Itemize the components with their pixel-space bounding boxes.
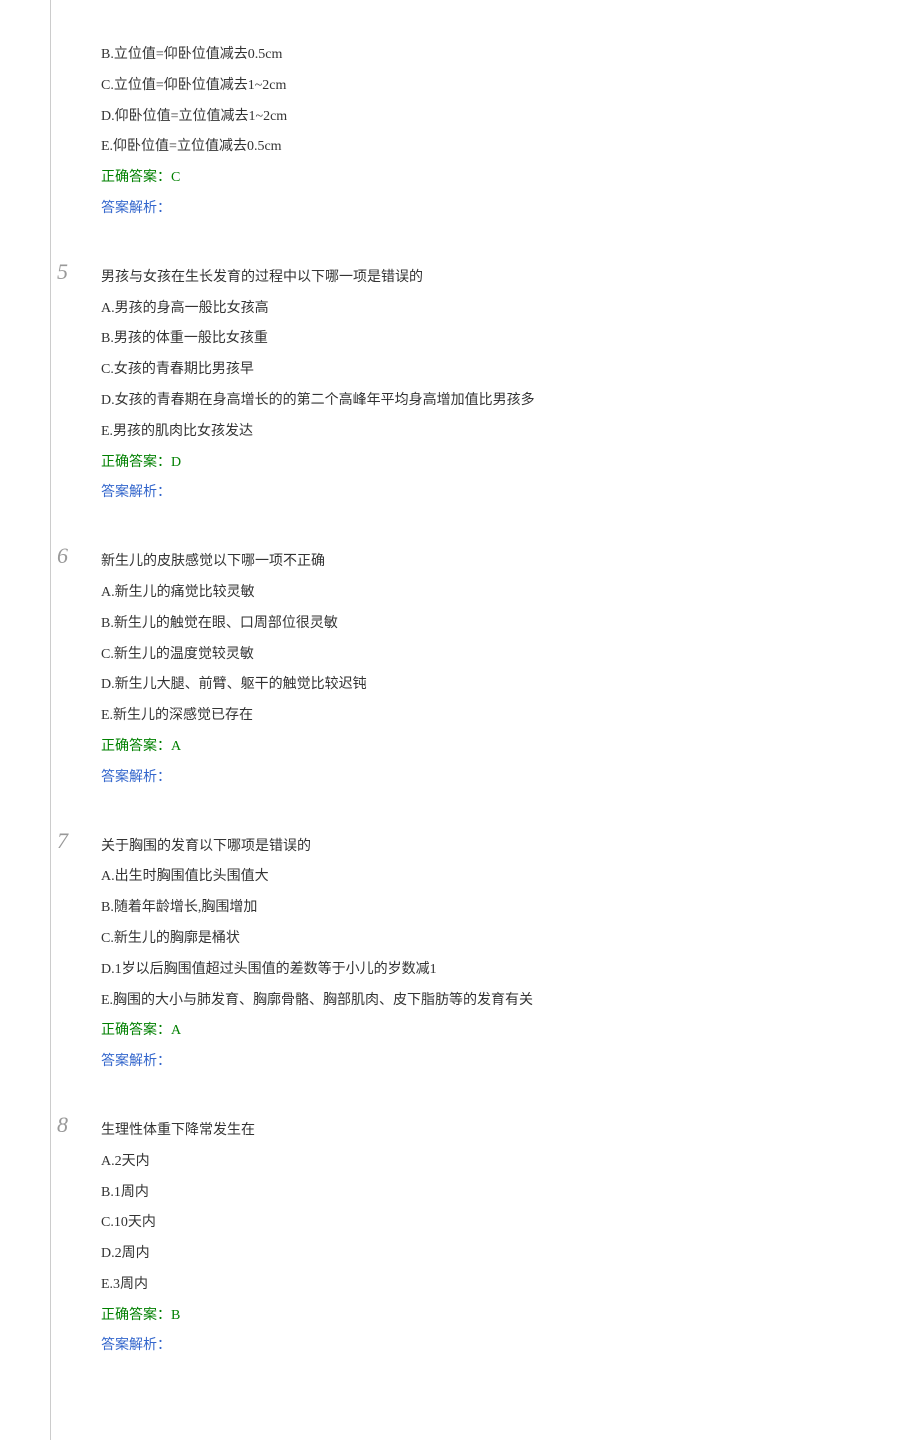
option-item: B.立位值=仰卧位值减去0.5cm	[101, 40, 860, 71]
option-item: C.立位值=仰卧位值减去1~2cm	[101, 71, 860, 102]
correct-answer-label: 正确答案：	[101, 455, 171, 470]
option-item: C.新生儿的温度觉较灵敏	[101, 640, 860, 671]
option-list: B.立位值=仰卧位值减去0.5cm C.立位值=仰卧位值减去1~2cm D.仰卧…	[101, 40, 860, 163]
correct-answer: 正确答案：D	[101, 448, 860, 479]
question-number: 8	[57, 1112, 68, 1138]
option-item: D.1岁以后胸围值超过头围值的差数等于小儿的岁数减1	[101, 955, 860, 986]
option-list: A.新生儿的痛觉比较灵敏 B.新生儿的触觉在眼、口周部位很灵敏 C.新生儿的温度…	[101, 578, 860, 732]
option-item: A.出生时胸围值比头围值大	[101, 862, 860, 893]
option-item: B.随着年龄增长,胸围增加	[101, 893, 860, 924]
option-item: B.男孩的体重一般比女孩重	[101, 324, 860, 355]
question-8: 8 生理性体重下降常发生在 A.2天内 B.1周内 C.10天内 D.2周内 E…	[101, 1116, 860, 1362]
question-number: 5	[57, 259, 68, 285]
option-item: E.胸围的大小与肺发育、胸廓骨骼、胸部肌肉、皮下脂肪等的发育有关	[101, 986, 860, 1017]
correct-answer-value: C	[171, 170, 180, 185]
option-item: E.新生儿的深感觉已存在	[101, 701, 860, 732]
question-number: 7	[57, 828, 68, 854]
option-item: A.新生儿的痛觉比较灵敏	[101, 578, 860, 609]
correct-answer-label: 正确答案：	[101, 170, 171, 185]
question-7: 7 关于胸围的发育以下哪项是错误的 A.出生时胸围值比头围值大 B.随着年龄增长…	[101, 832, 860, 1078]
option-item: A.2天内	[101, 1147, 860, 1178]
option-list: A.2天内 B.1周内 C.10天内 D.2周内 E.3周内	[101, 1147, 860, 1301]
correct-answer-value: B	[171, 1308, 180, 1323]
answer-analysis-label: 答案解析：	[101, 194, 860, 225]
correct-answer-value: D	[171, 455, 181, 470]
question-5: 5 男孩与女孩在生长发育的过程中以下哪一项是错误的 A.男孩的身高一般比女孩高 …	[101, 263, 860, 509]
answer-analysis-label: 答案解析：	[101, 1331, 860, 1362]
correct-answer: 正确答案：A	[101, 1016, 860, 1047]
option-item: D.2周内	[101, 1239, 860, 1270]
question-6: 6 新生儿的皮肤感觉以下哪一项不正确 A.新生儿的痛觉比较灵敏 B.新生儿的触觉…	[101, 547, 860, 793]
correct-answer: 正确答案：C	[101, 163, 860, 194]
correct-answer-label: 正确答案：	[101, 739, 171, 754]
option-list: A.男孩的身高一般比女孩高 B.男孩的体重一般比女孩重 C.女孩的青春期比男孩早…	[101, 294, 860, 448]
option-item: B.新生儿的触觉在眼、口周部位很灵敏	[101, 609, 860, 640]
answer-analysis-label: 答案解析：	[101, 478, 860, 509]
question-stem: 关于胸围的发育以下哪项是错误的	[101, 832, 860, 863]
correct-answer: 正确答案：B	[101, 1301, 860, 1332]
question-stem: 新生儿的皮肤感觉以下哪一项不正确	[101, 547, 860, 578]
correct-answer-label: 正确答案：	[101, 1308, 171, 1323]
option-item: A.男孩的身高一般比女孩高	[101, 294, 860, 325]
correct-answer-value: A	[171, 739, 181, 754]
option-list: A.出生时胸围值比头围值大 B.随着年龄增长,胸围增加 C.新生儿的胸廓是桶状 …	[101, 862, 860, 1016]
answer-analysis-label: 答案解析：	[101, 763, 860, 794]
correct-answer-value: A	[171, 1023, 181, 1038]
page-content: B.立位值=仰卧位值减去0.5cm C.立位值=仰卧位值减去1~2cm D.仰卧…	[50, 0, 920, 1440]
option-item: D.新生儿大腿、前臂、躯干的触觉比较迟钝	[101, 670, 860, 701]
question-stem: 男孩与女孩在生长发育的过程中以下哪一项是错误的	[101, 263, 860, 294]
option-item: B.1周内	[101, 1178, 860, 1209]
option-item: C.10天内	[101, 1208, 860, 1239]
answer-analysis-label: 答案解析：	[101, 1047, 860, 1078]
option-item: E.仰卧位值=立位值减去0.5cm	[101, 132, 860, 163]
correct-answer-label: 正确答案：	[101, 1023, 171, 1038]
option-item: E.男孩的肌肉比女孩发达	[101, 417, 860, 448]
question-stem: 生理性体重下降常发生在	[101, 1116, 860, 1147]
option-item: D.仰卧位值=立位值减去1~2cm	[101, 102, 860, 133]
question-number: 6	[57, 543, 68, 569]
option-item: C.新生儿的胸廓是桶状	[101, 924, 860, 955]
option-item: E.3周内	[101, 1270, 860, 1301]
option-item: D.女孩的青春期在身高增长的的第二个高峰年平均身高增加值比男孩多	[101, 386, 860, 417]
option-item: C.女孩的青春期比男孩早	[101, 355, 860, 386]
question-4-continuation: B.立位值=仰卧位值减去0.5cm C.立位值=仰卧位值减去1~2cm D.仰卧…	[101, 40, 860, 225]
correct-answer: 正确答案：A	[101, 732, 860, 763]
